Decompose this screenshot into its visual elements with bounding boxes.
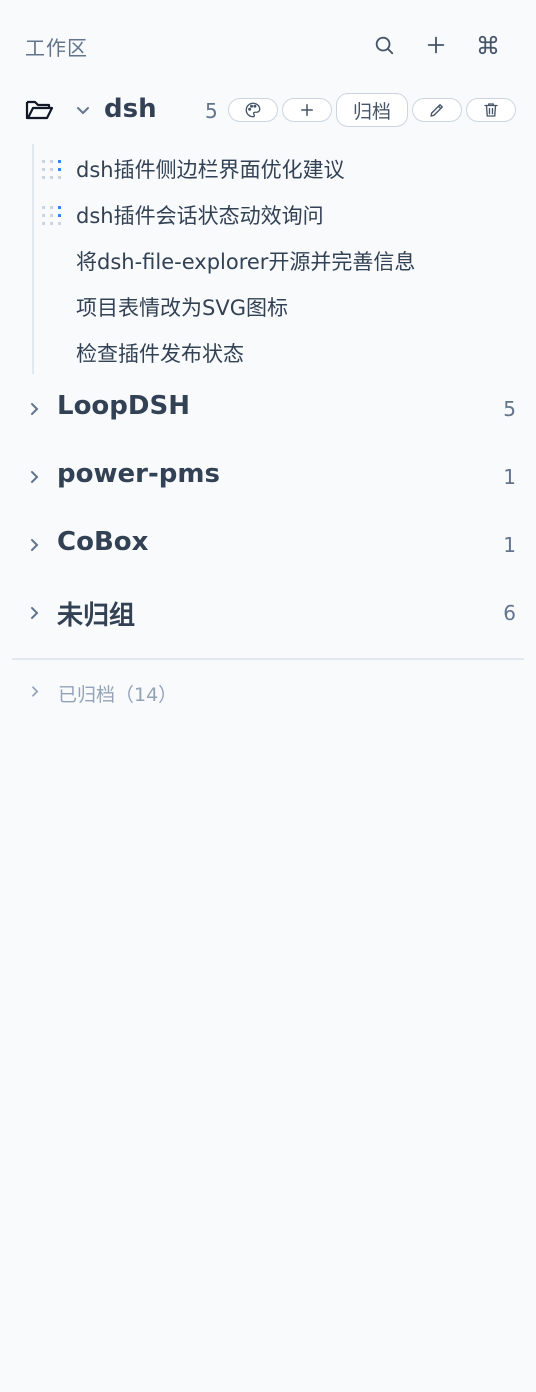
divider: [12, 658, 524, 660]
session-label: 检查插件发布状态: [76, 342, 244, 366]
command-icon: [478, 35, 498, 55]
group-name: 未归组: [57, 601, 136, 631]
new-button[interactable]: [421, 30, 451, 60]
rename-button[interactable]: [412, 98, 462, 122]
group-row-ungrouped[interactable]: 未归组 6: [0, 591, 536, 635]
group-name: LoopDSH: [57, 391, 190, 421]
group-count: 1: [503, 533, 516, 557]
command-button[interactable]: [473, 30, 503, 60]
plus-icon: [301, 104, 313, 116]
folder-open-icon: [25, 100, 54, 120]
chevron-right-icon: [31, 471, 39, 483]
group-count: 1: [503, 465, 516, 489]
drag-handle-icon[interactable]: [42, 160, 62, 180]
search-icon: [375, 36, 394, 55]
group-name: power-pms: [57, 459, 220, 489]
sidebar-header: 工作区: [0, 0, 536, 90]
palette-icon: [245, 102, 261, 118]
group-count: 5: [205, 99, 218, 123]
group-row-power-pms[interactable]: power-pms 1: [0, 455, 536, 499]
workspace-title: 工作区: [25, 36, 88, 60]
chevron-right-icon: [31, 607, 39, 619]
archived-label: 已归档（14）: [58, 684, 178, 706]
search-button[interactable]: [369, 30, 399, 60]
session-label: 项目表情改为SVG图标: [76, 296, 288, 320]
group-row-cobox[interactable]: CoBox 1: [0, 523, 536, 567]
session-item[interactable]: 项目表情改为SVG图标: [34, 286, 514, 326]
pencil-icon: [430, 104, 443, 117]
group-count: 6: [503, 601, 516, 625]
chevron-right-icon: [32, 686, 39, 697]
session-item[interactable]: dsh插件侧边栏界面优化建议: [34, 148, 514, 188]
add-session-button[interactable]: [282, 98, 332, 122]
session-label: dsh插件侧边栏界面优化建议: [76, 158, 345, 182]
chevron-right-icon: [31, 539, 39, 551]
group-count: 5: [503, 397, 516, 421]
session-item[interactable]: 将dsh-file-explorer开源并完善信息: [34, 240, 514, 280]
session-list: dsh插件侧边栏界面优化建议 dsh插件会话状态动效询问 将dsh-file-e…: [32, 144, 514, 374]
delete-button[interactable]: [466, 98, 516, 122]
group-name: CoBox: [57, 527, 149, 557]
chevron-right-icon: [31, 403, 39, 415]
color-button[interactable]: [228, 98, 278, 122]
group-name: dsh: [104, 94, 157, 124]
trash-icon: [484, 103, 498, 117]
plus-icon: [427, 36, 445, 54]
session-label: 将dsh-file-explorer开源并完善信息: [76, 250, 416, 274]
session-label: dsh插件会话状态动效询问: [76, 204, 324, 228]
session-item[interactable]: dsh插件会话状态动效询问: [34, 194, 514, 234]
session-item[interactable]: 检查插件发布状态: [34, 332, 514, 372]
archive-button[interactable]: 归档: [336, 93, 408, 127]
archived-row[interactable]: 已归档（14）: [0, 672, 536, 712]
group-row-loopdsh[interactable]: LoopDSH 5: [0, 387, 536, 431]
chevron-down-icon[interactable]: [73, 101, 93, 121]
drag-handle-icon[interactable]: [42, 206, 62, 226]
